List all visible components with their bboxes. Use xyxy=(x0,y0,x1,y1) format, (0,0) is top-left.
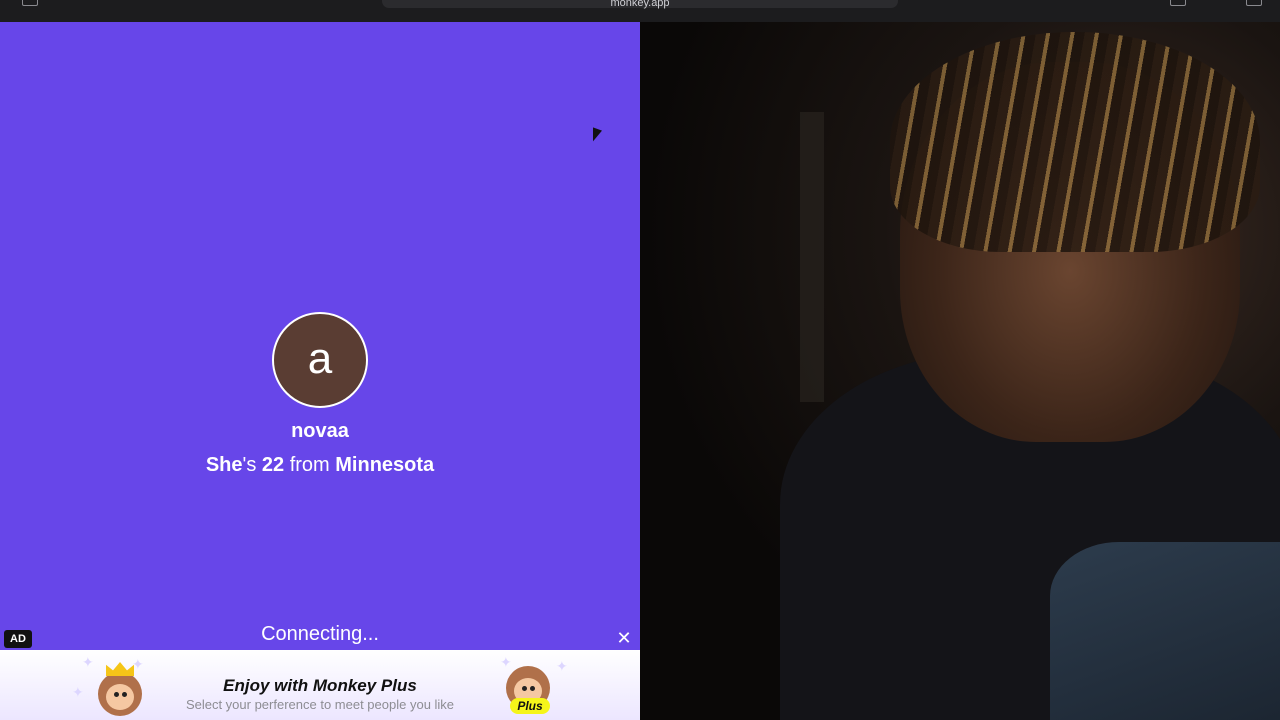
sparkle-icon: ✦ xyxy=(556,658,568,674)
share-icon[interactable] xyxy=(1170,0,1186,6)
close-ad-button[interactable]: ✕ xyxy=(614,628,634,648)
remote-user-panel: a novaa She's 22 from Minnesota Connecti… xyxy=(0,22,640,720)
sparkle-icon: ✦ xyxy=(500,654,512,670)
avatar: a xyxy=(272,312,368,408)
camera-person-hair xyxy=(890,32,1260,252)
username: novaa xyxy=(291,420,349,442)
browser-toolbar: monkey.app xyxy=(0,0,1280,23)
sparkle-icon: ✦ xyxy=(82,654,94,670)
ad-banner[interactable]: ✦ ✦ ✦ ✦ ✦ Enjoy with Monkey Plus Select … xyxy=(0,650,640,720)
user-info-line: She's 22 from Minnesota xyxy=(0,454,640,477)
tabs-overview-icon[interactable] xyxy=(1246,0,1262,6)
user-pronoun: She xyxy=(205,454,243,476)
from-word: from xyxy=(289,454,330,476)
avatar-letter: a xyxy=(307,334,333,383)
mouse-cursor-icon xyxy=(593,127,602,145)
address-bar-url: monkey.app xyxy=(610,0,670,9)
plus-badge: Plus xyxy=(510,698,550,714)
user-location: Minnesota xyxy=(335,454,435,476)
camera-shirt-print xyxy=(1050,542,1280,720)
connecting-status: Connecting... xyxy=(261,623,379,645)
ad-badge: AD xyxy=(4,630,32,648)
sidebar-toggle-icon[interactable] xyxy=(22,0,38,6)
address-bar[interactable]: monkey.app xyxy=(382,0,898,9)
background-door xyxy=(800,112,824,402)
local-camera-feed xyxy=(640,22,1280,720)
plus-monkey-icon: Plus xyxy=(506,666,550,714)
pronoun-suffix: 's xyxy=(242,454,257,476)
user-age: 22 xyxy=(261,454,285,476)
